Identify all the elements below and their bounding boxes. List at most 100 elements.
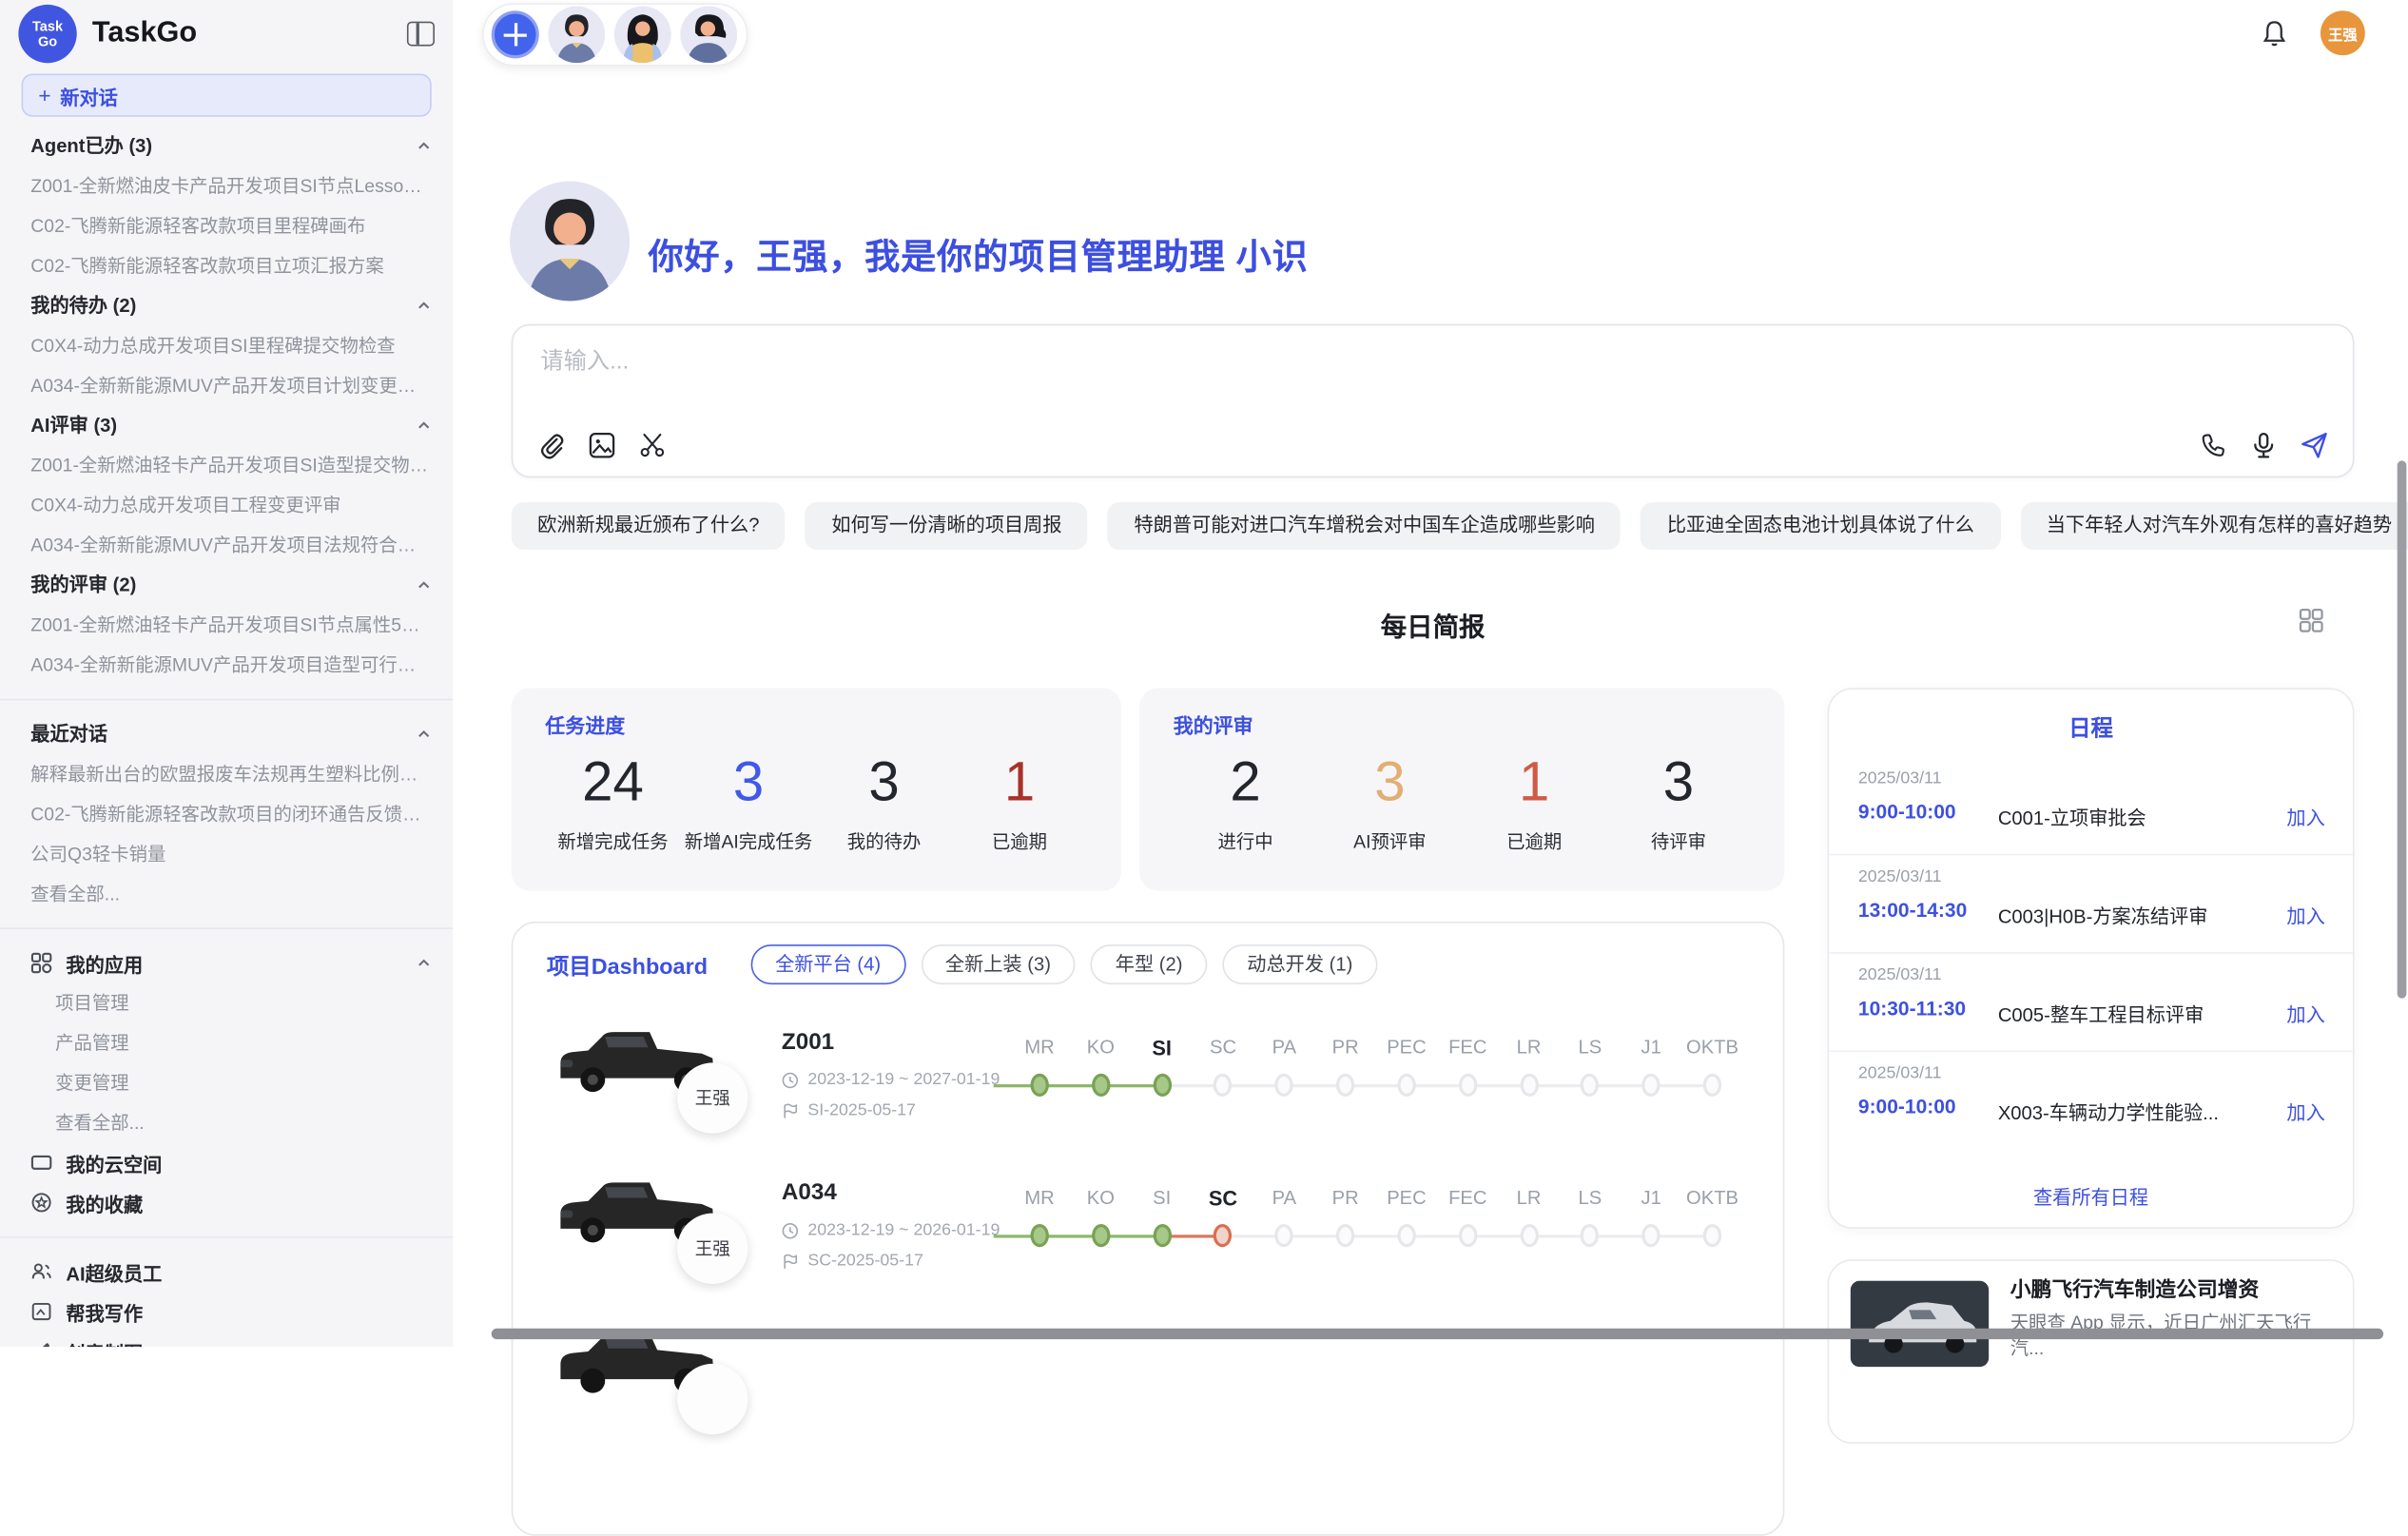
- project-code: A034: [782, 1179, 837, 1205]
- sidebar-item[interactable]: C02-飞腾新能源轻客改款项目立项汇报方案: [30, 245, 431, 285]
- chevron-up-icon[interactable]: [417, 298, 432, 313]
- owner-badge: 王强: [677, 1214, 748, 1284]
- recent-chat-item[interactable]: 解释最新出台的欧盟报废车法规再生塑料比例被调至15%...: [30, 754, 431, 794]
- view-all-apps-link[interactable]: 查看全部...: [30, 1102, 431, 1142]
- suggestion-chip[interactable]: 特朗普可能对进口汽车增税会对中国车企造成哪些影响: [1108, 502, 1621, 550]
- horizontal-scrollbar[interactable]: [492, 1329, 2383, 1339]
- my-review-card: 我的评审 2进行中 3AI预评审 1已逾期 3待评审: [1139, 688, 1784, 890]
- recent-chat-item[interactable]: 公司Q3轻卡销量: [30, 834, 431, 874]
- section-my-apps[interactable]: 我的应用: [30, 943, 431, 982]
- greeting-text: 你好，王强，我是你的项目管理助理 小识: [648, 227, 1308, 280]
- agent-avatar-2[interactable]: [614, 6, 671, 63]
- schedule-item: 2025/03/11 10:30-11:30 C005-整车工程目标评审 加入: [1829, 954, 2353, 1052]
- app-item-project-mgmt[interactable]: 项目管理: [30, 982, 431, 1022]
- section-my-todo[interactable]: 我的待办 (2): [30, 285, 431, 325]
- suggestion-chip[interactable]: 如何写一份清晰的项目周报: [806, 502, 1088, 550]
- sidebar-item-help-write[interactable]: 帮我写作: [30, 1292, 431, 1332]
- owner-badge: [677, 1364, 748, 1434]
- agent-avatar-1[interactable]: [548, 6, 605, 63]
- chevron-up-icon[interactable]: [417, 577, 432, 593]
- phone-icon[interactable]: [2199, 432, 2226, 459]
- agent-avatar-3[interactable]: [680, 6, 737, 63]
- chevron-up-icon[interactable]: [417, 418, 432, 433]
- layout-grid-icon[interactable]: [2299, 608, 2323, 632]
- schedule-date: 2025/03/11: [1858, 769, 1942, 787]
- chevron-up-icon[interactable]: [417, 955, 432, 970]
- suggestion-chip[interactable]: 比亚迪全固态电池计划具体说了什么: [1641, 502, 2000, 550]
- new-chat-label: 新对话: [60, 81, 118, 110]
- flag-icon: [782, 1102, 799, 1119]
- schedule-time: 9:00-10:00: [1858, 1095, 1956, 1118]
- header-actions: 王强: [2262, 10, 2365, 55]
- project-dates: 2023-12-19 ~ 2026-01-19: [782, 1221, 1000, 1239]
- filter-chip-platform[interactable]: 全新平台 (4): [750, 944, 905, 984]
- sidebar-item[interactable]: A034-全新新能源MUV产品开发项目法规符合性评审: [30, 525, 431, 565]
- join-link[interactable]: 加入: [2286, 999, 2324, 1028]
- suggestion-chip[interactable]: 当下年轻人对汽车外观有怎样的喜好趋势: [2020, 502, 2408, 550]
- sidebar-item-ai-super-staff[interactable]: AI超级员工: [30, 1252, 431, 1292]
- clock-icon: [782, 1222, 799, 1239]
- section-my-review[interactable]: 我的评审 (2): [30, 565, 431, 605]
- card-title: 我的评审: [1174, 710, 1751, 739]
- view-all-schedule-link[interactable]: 查看所有日程: [1829, 1181, 2353, 1211]
- chat-input[interactable]: [537, 347, 1926, 377]
- sidebar-item[interactable]: C02-飞腾新能源轻客改款项目里程碑画布: [30, 205, 431, 245]
- sidebar-item-creative-draw[interactable]: 创意制图: [30, 1332, 431, 1347]
- sidebar-item[interactable]: A034-全新新能源MUV产品开发项目造型可行性评审: [30, 645, 431, 685]
- milestone-labels: MRKOSISCPAPRPECFECLRLSJ1OKTB: [1009, 1037, 1743, 1060]
- flag-icon: [782, 1253, 799, 1270]
- sidebar-item[interactable]: C0X4-动力总成开发项目工程变更评审: [30, 485, 431, 525]
- sidebar-item[interactable]: A034-全新新能源MUV产品开发项目计划变更表编写: [30, 365, 431, 405]
- stat: 2进行中: [1174, 748, 1318, 853]
- sidebar-item-cloud-space[interactable]: 我的云空间: [30, 1142, 431, 1182]
- news-card[interactable]: 小鹏飞行汽车制造公司增资 天眼查 App 显示，近日广州汇天飞行汽...: [1828, 1259, 2355, 1444]
- sidebar-item[interactable]: C0X4-动力总成开发项目SI里程碑提交物检查: [30, 325, 431, 365]
- join-link[interactable]: 加入: [2286, 802, 2324, 831]
- sidebar-item[interactable]: Z001-全新燃油轻卡产品开发项目SI造型提交物评审: [30, 445, 431, 485]
- divider: [0, 1236, 453, 1238]
- sidebar-item[interactable]: Z001-全新燃油皮卡产品开发项目SI节点Lesson Learn报告: [30, 165, 431, 205]
- news-thumbnail: [1851, 1281, 1989, 1367]
- schedule-item: 2025/03/11 9:00-10:00 C001-立项审批会 加入: [1829, 757, 2353, 855]
- join-link[interactable]: 加入: [2286, 1097, 2324, 1126]
- project-row[interactable]: 王强 A034 2023-12-19 ~ 2026-01-19 SC-2025-…: [513, 1166, 1786, 1316]
- star-badge-icon: [30, 1192, 52, 1214]
- sidebar-item[interactable]: Z001-全新燃油轻卡产品开发项目SI节点属性5D文件评审: [30, 605, 431, 645]
- recent-chat-item[interactable]: C02-飞腾新能源轻客改款项目的闭环通告反馈情况: [30, 794, 431, 834]
- section-ai-review[interactable]: AI评审 (3): [30, 405, 431, 445]
- chat-composer: [512, 324, 2355, 477]
- filter-chip-powertrain[interactable]: 动总开发 (1): [1222, 944, 1377, 984]
- app-item-product-mgmt[interactable]: 产品管理: [30, 1022, 431, 1062]
- vertical-scrollbar[interactable]: [2398, 460, 2407, 998]
- chevron-up-icon[interactable]: [417, 727, 432, 742]
- chevron-up-icon[interactable]: [417, 138, 432, 153]
- stat: 3AI预评审: [1317, 748, 1462, 853]
- view-all-chats-link[interactable]: 查看全部...: [30, 874, 431, 914]
- scissors-icon[interactable]: [639, 432, 667, 459]
- add-agent-button[interactable]: [492, 10, 539, 58]
- send-icon[interactable]: [2301, 432, 2328, 459]
- microphone-icon[interactable]: [2250, 432, 2278, 459]
- new-chat-button[interactable]: + 新对话: [22, 74, 432, 117]
- filter-chip-upfit[interactable]: 全新上装 (3): [921, 944, 1076, 984]
- task-progress-card: 任务进度 24新增完成任务 3新增AI完成任务 3我的待办 1已逾期: [512, 688, 1121, 890]
- project-flag-date: SI-2025-05-17: [782, 1101, 916, 1119]
- user-avatar[interactable]: 王强: [2321, 10, 2365, 55]
- schedule-time: 10:30-11:30: [1858, 997, 1966, 1020]
- project-flag-date: SC-2025-05-17: [782, 1252, 923, 1270]
- project-row[interactable]: 王强 Z001 2023-12-19 ~ 2027-01-19 SI-2025-…: [513, 1015, 1786, 1165]
- app-item-change-mgmt[interactable]: 变更管理: [30, 1062, 431, 1102]
- image-icon[interactable]: [588, 432, 615, 459]
- attachment-icon[interactable]: [537, 432, 565, 459]
- schedule-time: 9:00-10:00: [1858, 800, 1956, 823]
- project-dates: 2023-12-19 ~ 2027-01-19: [782, 1071, 1000, 1089]
- sidebar-item-favorites[interactable]: 我的收藏: [30, 1182, 431, 1222]
- section-agent-done[interactable]: Agent已办 (3): [30, 126, 431, 165]
- join-link[interactable]: 加入: [2286, 900, 2324, 929]
- suggestion-chip[interactable]: 欧洲新规最近颁布了什么?: [512, 502, 786, 550]
- stat: 3新增AI完成任务: [681, 748, 817, 853]
- notification-bell-icon[interactable]: [2262, 19, 2287, 47]
- filter-chip-year-model[interactable]: 年型 (2): [1091, 944, 1207, 984]
- collapse-sidebar-icon[interactable]: [407, 22, 435, 47]
- section-recent-chats[interactable]: 最近对话: [30, 714, 431, 754]
